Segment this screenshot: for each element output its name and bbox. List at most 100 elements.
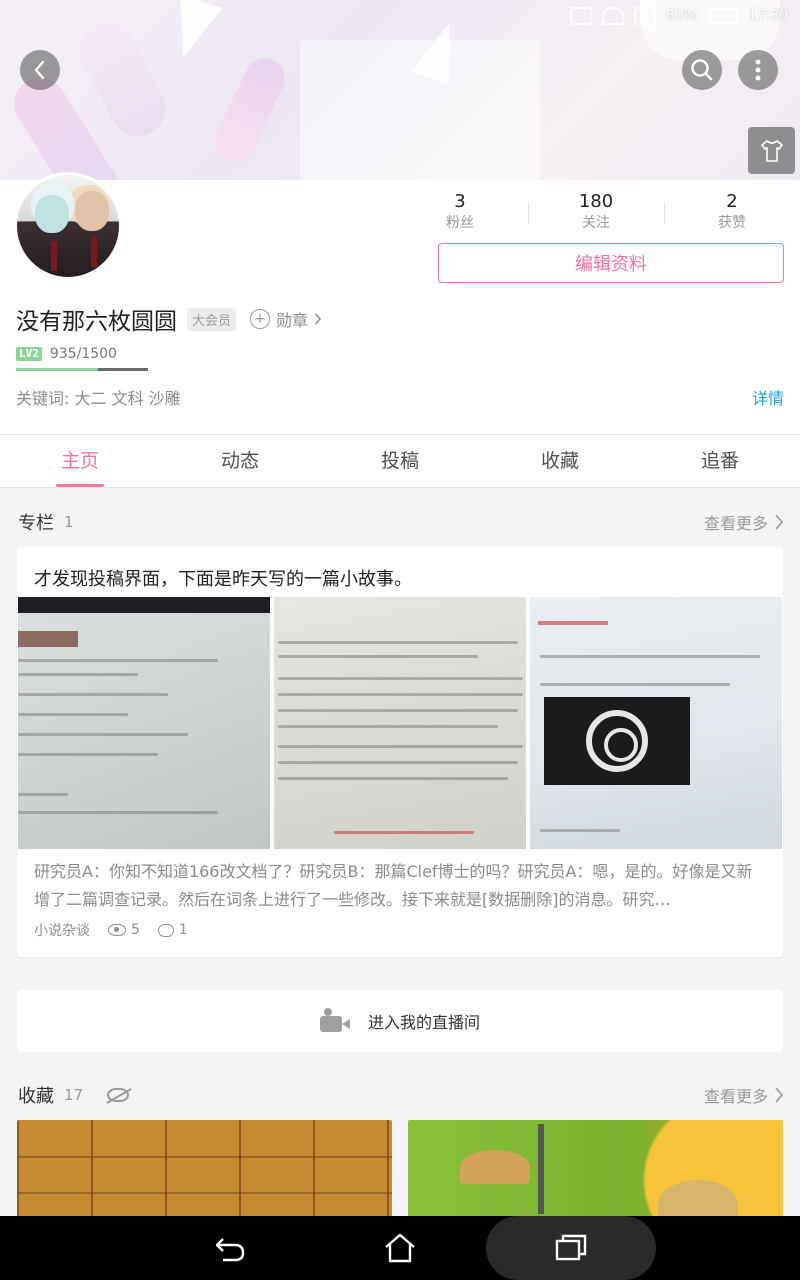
tab-favorites[interactable]: 收藏 — [480, 435, 640, 487]
tshirt-icon — [760, 139, 783, 162]
stat-value: 3 — [454, 191, 466, 212]
profile-banner: 60% 17:30 — [0, 0, 800, 180]
comment-count: 1 — [157, 922, 188, 938]
avatar-figure — [91, 237, 97, 267]
favorite-folder-cover[interactable] — [408, 1120, 783, 1220]
camera-icon-part — [323, 1008, 332, 1016]
battery-icon — [707, 8, 738, 24]
avatar[interactable] — [14, 172, 122, 280]
image-detail — [18, 673, 138, 676]
image-detail — [334, 831, 474, 834]
avatar-figure — [51, 241, 57, 271]
search-icon — [691, 59, 713, 81]
exp-progress-bar — [16, 368, 148, 371]
tab-home[interactable]: 主页 — [0, 435, 160, 487]
favorites-count: 17 — [64, 1086, 84, 1104]
article-image[interactable] — [18, 597, 270, 849]
tab-submissions[interactable]: 投稿 — [320, 435, 480, 487]
column-more-link[interactable]: 查看更多 — [704, 510, 784, 534]
column-title-text: 专栏 — [18, 513, 54, 534]
avatar-figure — [75, 191, 109, 231]
tab-bangumi[interactable]: 追番 — [640, 435, 800, 487]
detail-link[interactable]: 详情 — [752, 385, 784, 409]
back-arrow-icon — [215, 1238, 245, 1262]
image-detail — [18, 793, 68, 796]
image-detail — [18, 597, 270, 613]
image-detail — [18, 659, 218, 662]
keyword-row: 关键词: 大二 文科 沙雕 详情 — [16, 385, 784, 409]
eye-icon — [108, 924, 126, 936]
stat-fans[interactable]: 3 粉丝 — [392, 190, 528, 240]
article-image[interactable] — [274, 597, 526, 849]
article-summary: 研究员A：你知不知道166改文档了？研究员B：那篇Clef博士的吗？研究员A：嗯… — [34, 862, 753, 909]
comment-icon — [157, 923, 174, 937]
favorites-title-text: 收藏 — [18, 1086, 54, 1107]
favorite-folder-cover[interactable] — [17, 1120, 392, 1220]
image-detail — [540, 655, 760, 658]
back-button[interactable] — [20, 50, 60, 90]
username: 没有那六枚圆圆 — [16, 309, 177, 335]
more-vertical-icon — [755, 59, 761, 81]
vibrate-icon — [569, 7, 592, 25]
stat-following[interactable]: 180 关注 — [528, 190, 664, 240]
camera-icon — [319, 1008, 350, 1034]
image-detail — [18, 733, 188, 736]
image-detail — [460, 1150, 530, 1184]
favorites-title: 收藏 17 — [18, 1082, 130, 1108]
tab-dynamics[interactable]: 动态 — [160, 435, 320, 487]
image-detail — [18, 631, 78, 647]
battery-percent: 60% — [665, 7, 698, 24]
image-detail — [278, 693, 523, 696]
edit-profile-button[interactable]: 编辑资料 — [438, 243, 784, 283]
chevron-right-icon — [775, 1087, 784, 1103]
stat-label: 获赞 — [718, 215, 746, 231]
image-detail — [544, 697, 690, 785]
image-detail — [540, 683, 730, 686]
article-category: 小说杂谈 — [34, 923, 90, 939]
image-detail — [586, 710, 648, 772]
stat-label: 粉丝 — [446, 215, 474, 231]
image-detail — [18, 811, 218, 814]
column-count: 1 — [64, 513, 74, 531]
image-detail — [18, 713, 128, 716]
name-row: 没有那六枚圆圆 大会员 + 勋章 — [16, 302, 322, 336]
stat-likes[interactable]: 2 获赞 — [664, 190, 800, 240]
image-detail — [17, 1192, 392, 1194]
live-room-button[interactable]: 进入我的直播间 — [17, 990, 783, 1052]
camera-icon-part — [319, 1016, 342, 1032]
column-section-header: 专栏 1 查看更多 — [18, 507, 784, 537]
clock: 17:30 — [747, 7, 788, 24]
chevron-right-icon — [775, 514, 784, 530]
theme-skin-button[interactable] — [748, 127, 795, 174]
comment-count-value: 1 — [178, 922, 188, 938]
more-options-button[interactable] — [738, 50, 778, 90]
column-title: 专栏 1 — [18, 509, 74, 535]
nav-back-button[interactable] — [200, 1216, 260, 1280]
favorites-more-link[interactable]: 查看更多 — [704, 1083, 784, 1107]
medal-icon: + — [250, 309, 271, 329]
nav-home-button[interactable] — [370, 1216, 430, 1280]
exp-progress-fill — [16, 368, 99, 371]
article-title[interactable]: 才发现投稿界面，下面是昨天写的一篇小故事。 — [34, 565, 412, 591]
level-row: LV2 935/1500 — [16, 346, 117, 362]
stat-value: 180 — [578, 191, 614, 212]
article-image[interactable] — [530, 597, 782, 849]
medal-link[interactable]: + 勋章 — [250, 307, 322, 331]
image-detail — [540, 829, 620, 832]
visibility-hidden-icon[interactable] — [107, 1088, 130, 1102]
image-detail — [18, 753, 158, 756]
image-detail — [17, 1156, 392, 1158]
image-detail — [278, 709, 518, 712]
avatar-figure — [35, 195, 69, 233]
exp-text: 935/1500 — [49, 346, 117, 362]
article-card[interactable]: 才发现投稿界面，下面是昨天写的一篇小故事。 研究员A：你知不知道166改文档了？… — [17, 547, 783, 957]
search-button[interactable] — [682, 50, 722, 90]
keywords: 关键词: 大二 文科 沙雕 — [16, 389, 181, 408]
sim-icon — [633, 7, 656, 25]
profile-section: 3 粉丝 180 关注 2 获赞 编辑资料 没有那六枚圆圆 大会员 + 勋章 L… — [0, 172, 800, 434]
nav-recent-apps-button[interactable] — [486, 1216, 656, 1280]
image-detail — [18, 693, 168, 696]
home-icon — [385, 1233, 415, 1263]
vip-badge[interactable]: 大会员 — [187, 307, 237, 331]
live-room-label: 进入我的直播间 — [367, 1013, 480, 1032]
